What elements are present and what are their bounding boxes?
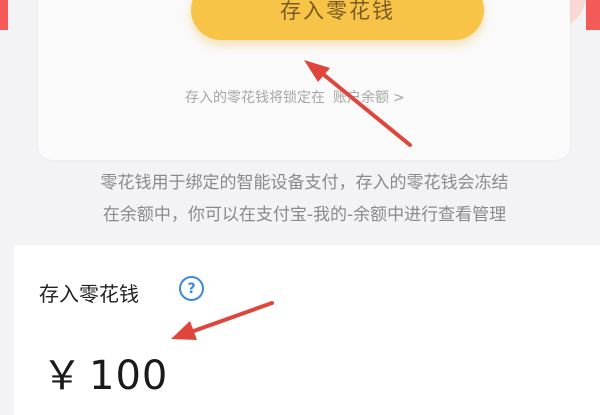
annotation-arrow-1 — [304, 60, 412, 147]
screen: 存入零花钱 存入的零花钱将锁定在 账户余额 > 零花钱用于绑定的智能设备支付，存入的… — [0, 0, 600, 415]
annotation-arrows — [171, 60, 412, 340]
annotation-arrow-2 — [171, 301, 274, 340]
